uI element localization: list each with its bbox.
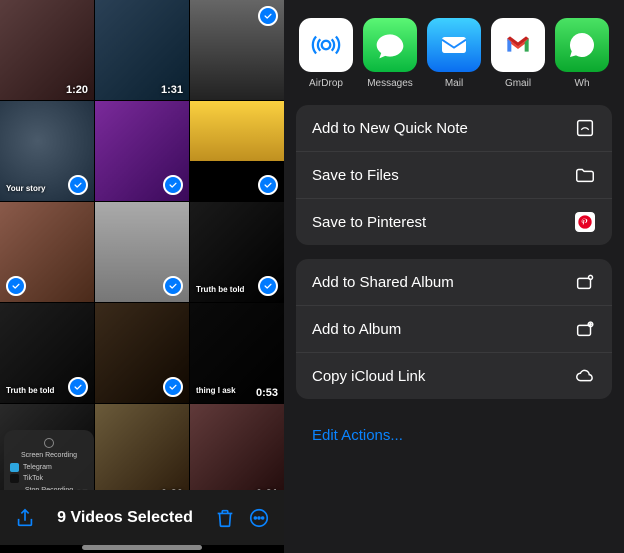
action-row[interactable]: Add to New Quick Note	[296, 105, 612, 151]
share-sheet: AirDrop Messages Mail Gmail Wh Add to New Qu…	[284, 0, 624, 553]
selected-check-icon	[258, 175, 278, 195]
action-label: Copy iCloud Link	[312, 368, 425, 385]
selected-check-icon	[258, 6, 278, 26]
video-thumbnail[interactable]	[0, 202, 94, 302]
thumb-caption: thing I ask	[196, 386, 236, 395]
popup-title: Screen Recording	[10, 452, 88, 459]
video-thumbnail[interactable]: 0:30	[95, 404, 189, 490]
cloud-icon	[574, 367, 596, 385]
actions-group-1: Add to New Quick Note Save to Files Save t…	[296, 105, 612, 245]
video-grid: 1:20 1:31 Your story Truth be told Truth be …	[0, 0, 284, 490]
video-thumbnail[interactable]: Truth be told	[0, 303, 94, 403]
bottom-toolbar: 9 Videos Selected	[0, 490, 284, 545]
video-thumbnail[interactable]	[95, 101, 189, 201]
duration-label: 1:31	[161, 84, 183, 96]
video-thumbnail[interactable]: 1:20	[0, 0, 94, 100]
thumbnail-bg	[95, 404, 189, 490]
record-indicator-icon	[44, 438, 54, 448]
action-label: Add to Shared Album	[312, 274, 454, 291]
thumbnail-bg	[190, 404, 284, 490]
thumb-caption: Your story	[6, 184, 45, 193]
popup-option[interactable]: Telegram	[10, 463, 88, 472]
action-row[interactable]: Save to Files	[296, 151, 612, 198]
video-thumbnail[interactable]: 0:31	[190, 404, 284, 490]
video-thumbnail[interactable]: Your story	[0, 101, 94, 201]
duration-label: 1:20	[66, 84, 88, 96]
action-label: Add to New Quick Note	[312, 120, 468, 137]
share-app[interactable]: Gmail	[490, 18, 546, 89]
quicknote-icon	[574, 119, 596, 137]
app-label: Messages	[367, 78, 413, 89]
thumb-caption: Truth be told	[196, 285, 244, 294]
video-thumbnail[interactable]: 0:25Screen RecordingTelegramTikTokStop R…	[0, 404, 94, 490]
selected-check-icon	[163, 276, 183, 296]
share-apps-row: AirDrop Messages Mail Gmail Wh	[284, 8, 624, 105]
whatsapp-icon	[555, 18, 609, 72]
action-label: Add to Album	[312, 321, 401, 338]
share-app[interactable]: Wh	[554, 18, 610, 89]
video-thumbnail[interactable]	[190, 0, 284, 100]
mail-icon	[427, 18, 481, 72]
video-thumbnail[interactable]	[95, 202, 189, 302]
share-app[interactable]: AirDrop	[298, 18, 354, 89]
duration-label: 0:53	[256, 387, 278, 399]
app-label: Wh	[575, 78, 590, 89]
action-label: Save to Pinterest	[312, 214, 426, 231]
selected-check-icon	[6, 276, 26, 296]
home-indicator	[82, 545, 202, 550]
gmail-icon	[491, 18, 545, 72]
more-button[interactable]	[248, 507, 270, 529]
popup-option-label: TikTok	[23, 475, 43, 482]
action-row[interactable]: Add to Shared Album	[296, 259, 612, 305]
app-label: Mail	[445, 78, 463, 89]
share-button[interactable]	[14, 507, 36, 529]
share-app[interactable]: Mail	[426, 18, 482, 89]
video-thumbnail[interactable]: Truth be told	[190, 202, 284, 302]
trash-button[interactable]	[214, 507, 236, 529]
photos-selection-screen: 1:20 1:31 Your story Truth be told Truth be …	[0, 0, 284, 553]
selected-check-icon	[68, 377, 88, 397]
selected-check-icon	[163, 175, 183, 195]
message-icon	[363, 18, 417, 72]
actions-group-2: Add to Shared Album Add to Album Copy iClo…	[296, 259, 612, 399]
video-thumbnail[interactable]: 1:31	[95, 0, 189, 100]
app-label: AirDrop	[309, 78, 343, 89]
video-thumbnail[interactable]	[95, 303, 189, 403]
popup-option-label: Telegram	[23, 464, 52, 471]
app-mini-icon	[10, 463, 19, 472]
video-thumbnail[interactable]	[190, 101, 284, 201]
video-thumbnail[interactable]: 0:53 thing I ask	[190, 303, 284, 403]
airdrop-icon	[299, 18, 353, 72]
action-label: Save to Files	[312, 167, 399, 184]
thumb-caption: Truth be told	[6, 386, 54, 395]
addalbum-icon	[574, 320, 596, 338]
sharedalbum-icon	[574, 273, 596, 291]
selected-check-icon	[258, 276, 278, 296]
action-row[interactable]: Save to Pinterest	[296, 198, 612, 245]
edit-actions-link[interactable]: Edit Actions...	[284, 413, 624, 458]
action-row[interactable]: Copy iCloud Link	[296, 352, 612, 399]
selected-check-icon	[68, 175, 88, 195]
app-label: Gmail	[505, 78, 531, 89]
selection-count: 9 Videos Selected	[48, 509, 202, 527]
selected-check-icon	[163, 377, 183, 397]
pinterest-icon	[574, 213, 596, 231]
folder-icon	[574, 166, 596, 184]
share-app[interactable]: Messages	[362, 18, 418, 89]
app-mini-icon	[10, 474, 19, 483]
screen-recording-popup[interactable]: Screen RecordingTelegramTikTokStop Recor…	[4, 430, 94, 490]
popup-option[interactable]: TikTok	[10, 474, 88, 483]
action-row[interactable]: Add to Album	[296, 305, 612, 352]
